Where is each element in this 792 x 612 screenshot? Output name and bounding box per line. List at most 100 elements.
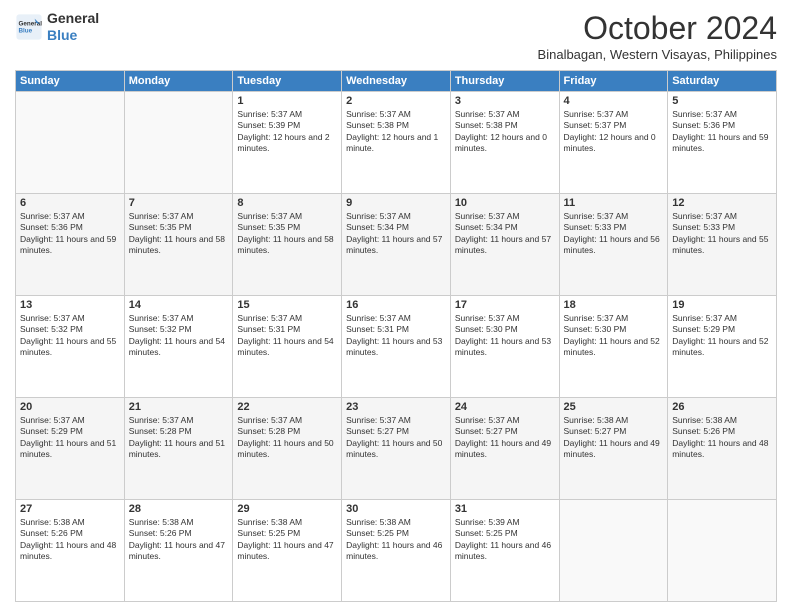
day-info: Sunrise: 5:38 AMSunset: 5:26 PMDaylight:…: [20, 517, 120, 563]
week-row-5: 27 Sunrise: 5:38 AMSunset: 5:26 PMDayligh…: [16, 500, 777, 602]
day-info: Sunrise: 5:37 AMSunset: 5:29 PMDaylight:…: [20, 415, 120, 461]
header: General Blue General Blue October 2024 B…: [15, 10, 777, 62]
day-cell: 17Sunrise: 5:37 AMSunset: 5:30 PMDayligh…: [450, 296, 559, 398]
day-cell: [559, 500, 668, 602]
day-cell: 14Sunrise: 5:37 AMSunset: 5:32 PMDayligh…: [124, 296, 233, 398]
day-info: Sunrise: 5:37 AMSunset: 5:35 PMDaylight:…: [237, 211, 337, 257]
col-saturday: Saturday: [668, 71, 777, 92]
day-cell: 8Sunrise: 5:37 AMSunset: 5:35 PMDaylight…: [233, 194, 342, 296]
day-info: Sunrise: 5:38 AMSunset: 5:25 PMDaylight:…: [237, 517, 337, 563]
day-info: Sunrise: 5:38 AMSunset: 5:26 PMDaylight:…: [129, 517, 229, 563]
day-number: 3: [455, 95, 555, 107]
day-cell: 16Sunrise: 5:37 AMSunset: 5:31 PMDayligh…: [342, 296, 451, 398]
day-cell: 7 Sunrise: 5:37 AMSunset: 5:35 PMDaylight…: [124, 194, 233, 296]
day-number: 30: [346, 503, 446, 515]
day-info: Sunrise: 5:37 AMSunset: 5:38 PMDaylight:…: [346, 109, 446, 155]
day-info: Sunrise: 5:37 AMSunset: 5:28 PMDaylight:…: [237, 415, 337, 461]
day-number: 31: [455, 503, 555, 515]
day-info: Sunrise: 5:38 AMSunset: 5:26 PMDaylight:…: [672, 415, 772, 461]
logo-icon: General Blue: [15, 13, 43, 41]
day-cell: 5 Sunrise: 5:37 AMSunset: 5:36 PMDaylight…: [668, 92, 777, 194]
col-wednesday: Wednesday: [342, 71, 451, 92]
day-info: Sunrise: 5:37 AMSunset: 5:28 PMDaylight:…: [129, 415, 229, 461]
day-number: 29: [237, 503, 337, 515]
title-block: October 2024 Binalbagan, Western Visayas…: [538, 10, 777, 62]
day-cell: [16, 92, 125, 194]
day-info: Sunrise: 5:37 AMSunset: 5:27 PMDaylight:…: [455, 415, 555, 461]
day-cell: 2 Sunrise: 5:37 AMSunset: 5:38 PMDaylight…: [342, 92, 451, 194]
day-number: 27: [20, 503, 120, 515]
day-info: Sunrise: 5:38 AMSunset: 5:27 PMDaylight:…: [564, 415, 664, 461]
day-cell: 22 Sunrise: 5:37 AMSunset: 5:28 PMDayligh…: [233, 398, 342, 500]
page: General Blue General Blue October 2024 B…: [0, 0, 792, 612]
svg-text:General: General: [19, 20, 43, 27]
day-cell: 30Sunrise: 5:38 AMSunset: 5:25 PMDayligh…: [342, 500, 451, 602]
day-cell: 28Sunrise: 5:38 AMSunset: 5:26 PMDayligh…: [124, 500, 233, 602]
day-number: 6: [20, 197, 120, 209]
day-info: Sunrise: 5:37 AMSunset: 5:30 PMDaylight:…: [564, 313, 664, 359]
day-info: Sunrise: 5:39 AMSunset: 5:25 PMDaylight:…: [455, 517, 555, 563]
day-cell: [124, 92, 233, 194]
day-info: Sunrise: 5:37 AMSunset: 5:39 PMDaylight:…: [237, 109, 337, 155]
logo-text: General Blue: [47, 10, 99, 44]
day-cell: 31 Sunrise: 5:39 AMSunset: 5:25 PMDayligh…: [450, 500, 559, 602]
day-number: 21: [129, 401, 229, 413]
day-number: 4: [564, 95, 664, 107]
day-cell: 23 Sunrise: 5:37 AMSunset: 5:27 PMDayligh…: [342, 398, 451, 500]
day-number: 5: [672, 95, 772, 107]
day-number: 25: [564, 401, 664, 413]
col-friday: Friday: [559, 71, 668, 92]
day-cell: 21 Sunrise: 5:37 AMSunset: 5:28 PMDayligh…: [124, 398, 233, 500]
day-info: Sunrise: 5:37 AMSunset: 5:27 PMDaylight:…: [346, 415, 446, 461]
calendar: Sunday Monday Tuesday Wednesday Thursday…: [15, 70, 777, 602]
day-cell: 4 Sunrise: 5:37 AMSunset: 5:37 PMDaylight…: [559, 92, 668, 194]
col-sunday: Sunday: [16, 71, 125, 92]
day-cell: 15Sunrise: 5:37 AMSunset: 5:31 PMDayligh…: [233, 296, 342, 398]
week-row-3: 13Sunrise: 5:37 AMSunset: 5:32 PMDayligh…: [16, 296, 777, 398]
day-cell: 12Sunrise: 5:37 AMSunset: 5:33 PMDayligh…: [668, 194, 777, 296]
day-info: Sunrise: 5:37 AMSunset: 5:36 PMDaylight:…: [672, 109, 772, 155]
col-monday: Monday: [124, 71, 233, 92]
day-number: 2: [346, 95, 446, 107]
day-cell: 25 Sunrise: 5:38 AMSunset: 5:27 PMDayligh…: [559, 398, 668, 500]
day-info: Sunrise: 5:37 AMSunset: 5:31 PMDaylight:…: [237, 313, 337, 359]
svg-text:Blue: Blue: [19, 27, 33, 34]
day-number: 22: [237, 401, 337, 413]
day-cell: 19 Sunrise: 5:37 AMSunset: 5:29 PMDayligh…: [668, 296, 777, 398]
col-thursday: Thursday: [450, 71, 559, 92]
day-info: Sunrise: 5:37 AMSunset: 5:37 PMDaylight:…: [564, 109, 664, 155]
day-number: 20: [20, 401, 120, 413]
day-number: 23: [346, 401, 446, 413]
day-info: Sunrise: 5:37 AMSunset: 5:34 PMDaylight:…: [346, 211, 446, 257]
day-info: Sunrise: 5:37 AMSunset: 5:35 PMDaylight:…: [129, 211, 229, 257]
day-number: 13: [20, 299, 120, 311]
day-cell: 13Sunrise: 5:37 AMSunset: 5:32 PMDayligh…: [16, 296, 125, 398]
day-cell: 9 Sunrise: 5:37 AMSunset: 5:34 PMDaylight…: [342, 194, 451, 296]
location-title: Binalbagan, Western Visayas, Philippines: [538, 47, 777, 62]
week-row-2: 6Sunrise: 5:37 AMSunset: 5:36 PMDaylight…: [16, 194, 777, 296]
day-cell: 29 Sunrise: 5:38 AMSunset: 5:25 PMDayligh…: [233, 500, 342, 602]
day-cell: 26Sunrise: 5:38 AMSunset: 5:26 PMDayligh…: [668, 398, 777, 500]
day-info: Sunrise: 5:37 AMSunset: 5:29 PMDaylight:…: [672, 313, 772, 359]
day-info: Sunrise: 5:37 AMSunset: 5:31 PMDaylight:…: [346, 313, 446, 359]
day-cell: 27 Sunrise: 5:38 AMSunset: 5:26 PMDayligh…: [16, 500, 125, 602]
day-cell: 24Sunrise: 5:37 AMSunset: 5:27 PMDayligh…: [450, 398, 559, 500]
day-number: 12: [672, 197, 772, 209]
day-cell: 10 Sunrise: 5:37 AMSunset: 5:34 PMDayligh…: [450, 194, 559, 296]
week-row-1: 1Sunrise: 5:37 AMSunset: 5:39 PMDaylight…: [16, 92, 777, 194]
day-number: 14: [129, 299, 229, 311]
day-number: 10: [455, 197, 555, 209]
day-cell: 20 Sunrise: 5:37 AMSunset: 5:29 PMDayligh…: [16, 398, 125, 500]
logo: General Blue General Blue: [15, 10, 99, 44]
day-cell: 11Sunrise: 5:37 AMSunset: 5:33 PMDayligh…: [559, 194, 668, 296]
day-cell: 3Sunrise: 5:37 AMSunset: 5:38 PMDaylight…: [450, 92, 559, 194]
day-info: Sunrise: 5:37 AMSunset: 5:30 PMDaylight:…: [455, 313, 555, 359]
header-row: Sunday Monday Tuesday Wednesday Thursday…: [16, 71, 777, 92]
month-title: October 2024: [538, 10, 777, 47]
day-number: 7: [129, 197, 229, 209]
day-number: 11: [564, 197, 664, 209]
day-number: 19: [672, 299, 772, 311]
week-row-4: 20 Sunrise: 5:37 AMSunset: 5:29 PMDayligh…: [16, 398, 777, 500]
day-info: Sunrise: 5:37 AMSunset: 5:34 PMDaylight:…: [455, 211, 555, 257]
day-number: 9: [346, 197, 446, 209]
